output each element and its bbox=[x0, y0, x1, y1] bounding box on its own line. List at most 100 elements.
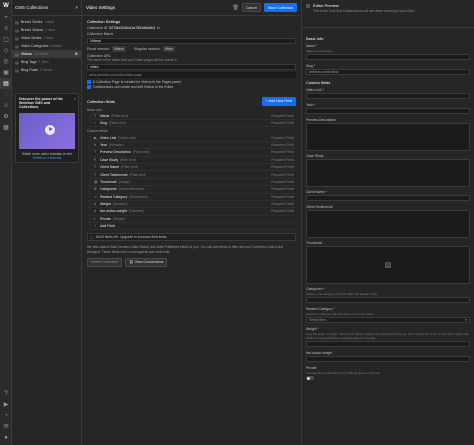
drag-handle-icon[interactable]: ⋮ bbox=[89, 224, 93, 228]
field-type: (Plain text) bbox=[111, 113, 129, 118]
field-row[interactable]: ⋮ ⊂ Related Category (Reference) Required Fi… bbox=[87, 194, 296, 201]
drag-handle-icon[interactable]: ⋮ bbox=[89, 217, 93, 221]
drag-handle-icon[interactable]: ⋮ bbox=[89, 136, 93, 140]
audit-icon[interactable]: ◔ bbox=[0, 410, 12, 421]
pages-icon[interactable]: ▢ bbox=[0, 34, 12, 45]
collection-item[interactable]: ▤ Blog Tags 1 item bbox=[12, 58, 81, 66]
close-icon[interactable]: × bbox=[74, 96, 76, 101]
database-icon: ▤ bbox=[15, 19, 19, 25]
field-name: live-action-weight bbox=[100, 209, 128, 214]
field-row[interactable]: ⋮ T Client Name (Plain text) Required Field bbox=[87, 164, 296, 172]
field-row[interactable]: ⋮ + Add Field bbox=[87, 223, 296, 231]
plus-icon[interactable]: + bbox=[0, 12, 12, 23]
year-input[interactable] bbox=[306, 108, 470, 114]
field-row[interactable]: ⋮ # Year (Number) Required Field bbox=[87, 142, 296, 150]
drag-handle-icon[interactable]: ⋮ bbox=[89, 121, 93, 125]
field-row[interactable]: ⋮ T Name (Plain text) Required Field bbox=[87, 113, 296, 120]
private-toggle[interactable] bbox=[306, 376, 314, 380]
collection-fields-section: Collection fields + Add New Field Basic … bbox=[82, 94, 301, 270]
collection-item[interactable]: ▤ Video Series 1 item bbox=[12, 34, 81, 42]
slug-input[interactable]: webflow.com/video/ bbox=[306, 69, 470, 75]
components-icon[interactable]: ◇ bbox=[0, 45, 12, 56]
related-category-select[interactable]: Select item... ▾ bbox=[306, 317, 470, 323]
save-collection-button[interactable]: Save Collection bbox=[264, 3, 297, 12]
close-icon[interactable]: × bbox=[75, 5, 78, 10]
multi-ref-icon: ⧉ bbox=[94, 187, 97, 192]
field-row[interactable]: ⋮ ¶ Case Study (Rich text) Required Field bbox=[87, 157, 296, 164]
drag-handle-icon[interactable]: ⋮ bbox=[89, 187, 93, 191]
collection-item[interactable]: ▤ Video Categories 3 items bbox=[12, 42, 81, 50]
field-row[interactable]: ⋮ ▨ Thumbnail (Image) Required Field bbox=[87, 179, 296, 187]
preview-icon bbox=[306, 4, 310, 8]
promo-title: Discover the power of the Webflow CMS an… bbox=[19, 97, 63, 110]
drag-handle-icon[interactable]: ⋮ bbox=[89, 158, 93, 162]
delete-collection-button[interactable]: Delete Collection bbox=[87, 257, 123, 267]
ecommerce-icon[interactable]: ◌ bbox=[0, 89, 12, 100]
collection-item[interactable]: ▤ Brevio Videos 1 item bbox=[12, 26, 81, 34]
drag-handle-icon[interactable]: ⋮ bbox=[89, 195, 93, 199]
live-action-weight-label: live-action-weight bbox=[306, 351, 333, 355]
logic-icon[interactable]: ⚙ bbox=[0, 111, 12, 122]
collection-item[interactable]: ▤ Blog Posts 0 items bbox=[12, 66, 81, 74]
field-required: Required Field bbox=[271, 135, 294, 140]
collection-item[interactable]: ▤ Brevio Series 1 item bbox=[12, 18, 81, 26]
field-row[interactable]: ⋮ # Weight (Number) Required Field bbox=[87, 201, 296, 209]
cancel-button[interactable]: Cancel bbox=[241, 3, 262, 12]
drag-handle-icon[interactable]: ⋮ bbox=[89, 209, 93, 213]
private-hint: Turning this on will hide it from both a… bbox=[306, 371, 381, 375]
university-link[interactable]: Webflow University bbox=[33, 156, 62, 160]
preview-description-textarea[interactable] bbox=[306, 123, 470, 151]
slug-icon: ⌁ bbox=[94, 121, 97, 126]
gear-icon[interactable]: ⚙ bbox=[75, 52, 78, 56]
client-name-input[interactable] bbox=[306, 195, 470, 201]
collection-url-input[interactable]: video bbox=[87, 63, 296, 70]
cms-icon[interactable]: ▤ bbox=[0, 78, 12, 89]
drag-handle-icon[interactable]: ⋮ bbox=[89, 165, 93, 169]
copy-icon[interactable]: ⧉ bbox=[157, 26, 160, 30]
users-icon[interactable]: ☺ bbox=[0, 100, 12, 111]
video-icon[interactable]: ▶ bbox=[0, 399, 12, 410]
field-row[interactable]: ⋮ T Client Testimonial (Plain text) Required… bbox=[87, 171, 296, 179]
variables-icon[interactable]: ◎ bbox=[0, 56, 12, 67]
help-icon[interactable]: ? bbox=[0, 388, 12, 399]
preview-title: Editor Preview bbox=[313, 3, 339, 8]
account-icon[interactable]: ● bbox=[0, 432, 12, 443]
singular-value[interactable]: Video bbox=[162, 46, 175, 52]
drag-handle-icon[interactable]: ⋮ bbox=[89, 180, 93, 184]
collection-item-videos[interactable]: ▤ Videos 10 items ⚙ bbox=[12, 50, 81, 58]
field-row[interactable]: ⋮ ▶ Video Link (Video link) Required Field bbox=[87, 134, 296, 142]
field-row[interactable]: ⋮ ◐ Private (Switch) bbox=[87, 216, 296, 224]
thumbnail-upload[interactable]: ▨ bbox=[306, 246, 470, 284]
field-row[interactable]: ⋮ # live-action-weight (Number) Required Fie… bbox=[87, 208, 296, 216]
add-new-field-button[interactable]: + Add New Field bbox=[261, 96, 296, 106]
webflow-logo[interactable]: W bbox=[0, 0, 12, 12]
drag-handle-icon[interactable]: ⋮ bbox=[89, 202, 93, 206]
case-study-editor[interactable] bbox=[306, 159, 470, 187]
play-icon[interactable] bbox=[45, 124, 55, 135]
trash-icon[interactable]: 🗑 bbox=[232, 5, 238, 11]
field-type: (Switch) bbox=[112, 216, 126, 221]
apps-icon[interactable]: ▦ bbox=[0, 122, 12, 133]
comments-icon[interactable]: ✉ bbox=[0, 421, 12, 432]
collection-name-input[interactable]: Videos bbox=[87, 38, 296, 44]
video-link-input[interactable] bbox=[306, 93, 470, 99]
drag-handle-icon[interactable]: ⋮ bbox=[89, 150, 93, 154]
drag-handle-icon[interactable]: ⋮ bbox=[89, 173, 93, 177]
view-connections-button[interactable]: ⛓ View Connections bbox=[125, 257, 168, 267]
navigator-icon[interactable]: ≡ bbox=[0, 23, 12, 34]
field-required: Required Field bbox=[271, 194, 294, 199]
weight-input[interactable] bbox=[306, 341, 470, 347]
promo-video-thumbnail[interactable] bbox=[19, 112, 75, 149]
promo-text: Watch more video tutorials on the Webflo… bbox=[21, 151, 73, 160]
field-row[interactable]: ⋮ ⌁ Slug (Plain text) Required Field bbox=[87, 120, 296, 128]
categories-select[interactable] bbox=[306, 297, 470, 303]
name-input[interactable] bbox=[306, 54, 470, 60]
client-testimonial-textarea[interactable] bbox=[306, 210, 470, 238]
field-row[interactable]: ⋮ T Preview Description (Plain text) Require… bbox=[87, 149, 296, 157]
drag-handle-icon[interactable]: ⋮ bbox=[89, 143, 93, 147]
drag-handle-icon[interactable]: ⋮ bbox=[89, 114, 93, 118]
live-action-weight-input[interactable] bbox=[306, 356, 470, 362]
field-row[interactable]: ⋮ ⧉ Categories (Multi reference) Required Fi… bbox=[87, 186, 296, 194]
plural-value[interactable]: Videos bbox=[111, 46, 126, 52]
assets-icon[interactable]: ▣ bbox=[0, 67, 12, 78]
